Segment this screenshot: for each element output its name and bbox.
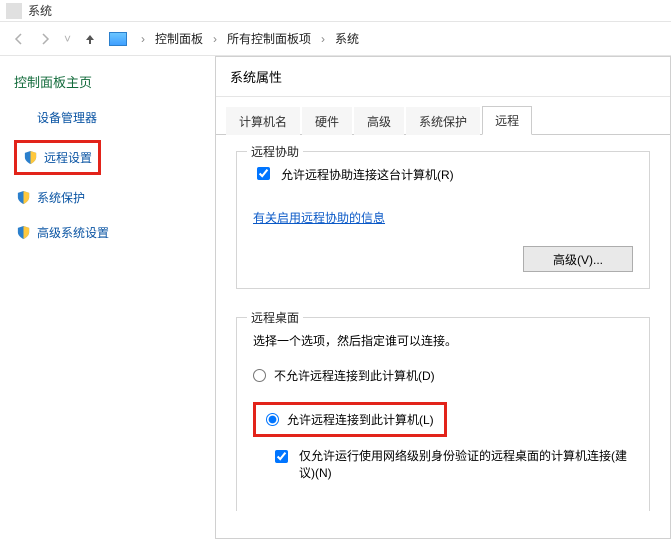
nav-up-button[interactable] bbox=[79, 28, 101, 50]
system-properties-dialog: 系统属性 计算机名 硬件 高级 系统保护 远程 远程协助 允许远程协助连接这台计… bbox=[215, 56, 671, 539]
arrow-right-icon bbox=[38, 32, 52, 46]
radio-allow-remote[interactable]: 允许远程连接到此计算机(L) bbox=[266, 411, 434, 428]
remote-assist-help-link[interactable]: 有关启用远程协助的信息 bbox=[253, 209, 385, 226]
window-title: 系统 bbox=[28, 2, 52, 19]
checkbox-label: 仅允许运行使用网络级别身份验证的远程桌面的计算机连接(建议)(N) bbox=[299, 447, 633, 481]
radio-label: 允许远程连接到此计算机(L) bbox=[287, 411, 434, 428]
chevron-right-icon[interactable]: › bbox=[141, 32, 145, 46]
system-icon bbox=[6, 3, 22, 19]
nav-forward-button[interactable] bbox=[34, 28, 56, 50]
nav-back-button[interactable] bbox=[8, 28, 30, 50]
breadcrumb-item[interactable]: 所有控制面板项 bbox=[227, 30, 311, 47]
sidebar-item-label: 高级系统设置 bbox=[37, 224, 109, 241]
sidebar-item-label: 设备管理器 bbox=[37, 109, 97, 126]
group-remote-desktop: 远程桌面 选择一个选项，然后指定谁可以连接。 不允许远程连接到此计算机(D) 允… bbox=[236, 317, 650, 511]
sidebar-item-label: 系统保护 bbox=[37, 189, 85, 206]
tab-advanced[interactable]: 高级 bbox=[354, 107, 404, 135]
sidebar-item-remote-settings[interactable]: 远程设置 bbox=[21, 145, 94, 170]
group-legend: 远程桌面 bbox=[247, 309, 303, 326]
tab-computer-name[interactable]: 计算机名 bbox=[226, 107, 300, 135]
breadcrumb-item[interactable]: 系统 bbox=[335, 30, 359, 47]
checkbox-label: 允许远程协助连接这台计算机(R) bbox=[281, 166, 454, 183]
remote-desktop-desc: 选择一个选项，然后指定谁可以连接。 bbox=[253, 332, 633, 349]
highlight-allow-remote: 允许远程连接到此计算机(L) bbox=[253, 402, 447, 437]
shield-icon bbox=[16, 225, 31, 240]
address-icon[interactable] bbox=[109, 32, 127, 46]
chevron-right-icon[interactable]: › bbox=[321, 32, 325, 46]
sidebar-item-device-manager[interactable]: 设备管理器 bbox=[14, 105, 201, 130]
dialog-body: 远程协助 允许远程协助连接这台计算机(R) 有关启用远程协助的信息 高级(V).… bbox=[216, 135, 670, 555]
group-legend: 远程协助 bbox=[247, 143, 303, 160]
breadcrumb-item[interactable]: 控制面板 bbox=[155, 30, 203, 47]
radio-disallow-remote[interactable]: 不允许远程连接到此计算机(D) bbox=[253, 367, 633, 384]
dialog-title: 系统属性 bbox=[216, 57, 670, 97]
nla-checkbox[interactable]: 仅允许运行使用网络级别身份验证的远程桌面的计算机连接(建议)(N) bbox=[271, 447, 633, 481]
window-titlebar: 系统 bbox=[0, 0, 671, 22]
radio-label: 不允许远程连接到此计算机(D) bbox=[274, 367, 435, 384]
sidebar: 控制面板主页 设备管理器 远程设置 系统保护 高级系统设置 bbox=[0, 56, 215, 539]
dialog-tabs: 计算机名 硬件 高级 系统保护 远程 bbox=[216, 105, 670, 135]
shield-icon bbox=[16, 190, 31, 205]
advanced-button[interactable]: 高级(V)... bbox=[523, 246, 633, 272]
sidebar-item-advanced-system-settings[interactable]: 高级系统设置 bbox=[14, 220, 201, 245]
sidebar-item-label: 远程设置 bbox=[44, 149, 92, 166]
highlight-remote-settings: 远程设置 bbox=[14, 140, 101, 175]
sidebar-item-system-protection[interactable]: 系统保护 bbox=[14, 185, 201, 210]
shield-icon bbox=[23, 150, 38, 165]
checkbox-input[interactable] bbox=[257, 167, 270, 180]
radio-input[interactable] bbox=[266, 413, 279, 426]
tab-remote[interactable]: 远程 bbox=[482, 106, 532, 135]
arrow-up-icon bbox=[83, 32, 97, 46]
history-dropdown-icon[interactable]: ˅ bbox=[64, 32, 71, 46]
group-remote-assistance: 远程协助 允许远程协助连接这台计算机(R) 有关启用远程协助的信息 高级(V).… bbox=[236, 151, 650, 289]
sidebar-home-link[interactable]: 控制面板主页 bbox=[14, 72, 201, 91]
tab-hardware[interactable]: 硬件 bbox=[302, 107, 352, 135]
tab-system-protection[interactable]: 系统保护 bbox=[406, 107, 480, 135]
arrow-left-icon bbox=[12, 32, 26, 46]
checkbox-input[interactable] bbox=[275, 450, 288, 463]
chevron-right-icon[interactable]: › bbox=[213, 32, 217, 46]
allow-remote-assist-checkbox[interactable]: 允许远程协助连接这台计算机(R) bbox=[253, 166, 633, 183]
main-area: 系统属性 计算机名 硬件 高级 系统保护 远程 远程协助 允许远程协助连接这台计… bbox=[215, 56, 671, 539]
explorer-navbar: ˅ › 控制面板 › 所有控制面板项 › 系统 bbox=[0, 22, 671, 56]
radio-input[interactable] bbox=[253, 369, 266, 382]
